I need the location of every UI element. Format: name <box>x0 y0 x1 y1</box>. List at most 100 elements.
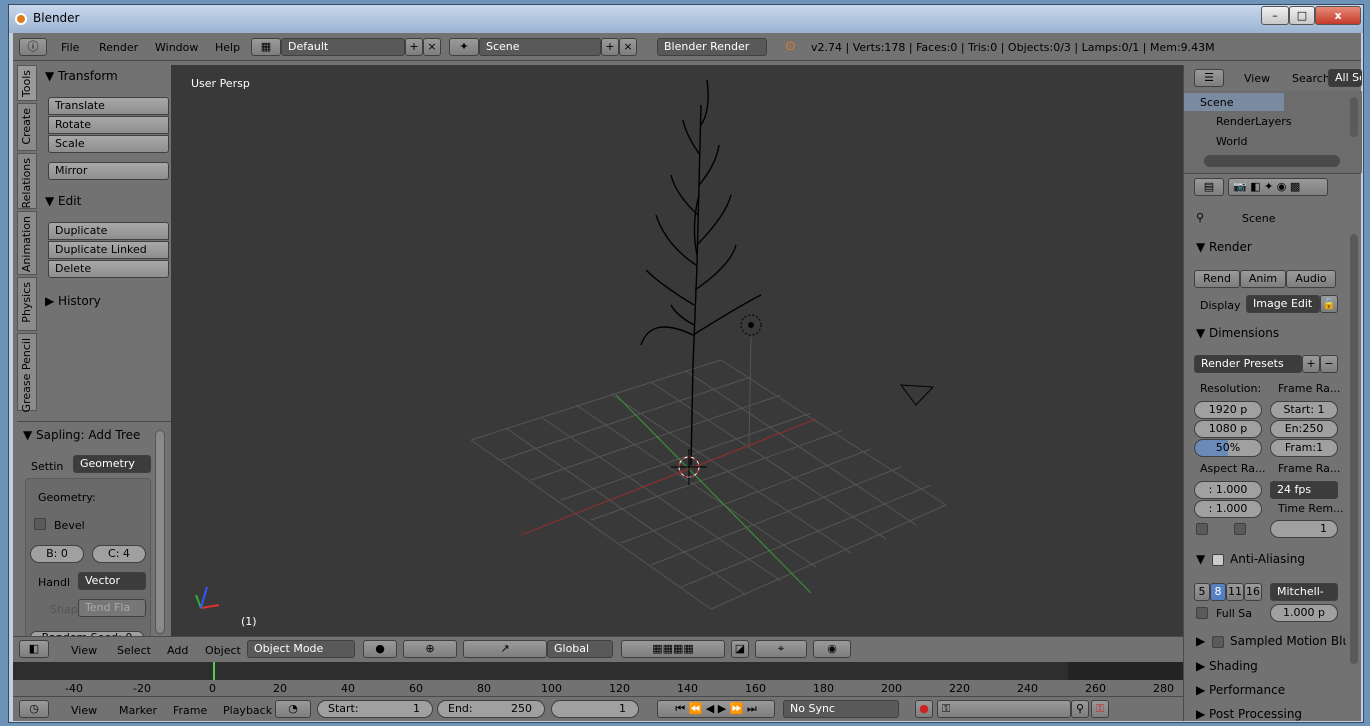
border-checkbox[interactable] <box>1196 523 1208 535</box>
duplicate-linked-button[interactable]: Duplicate Linked <box>48 241 169 259</box>
sync-select[interactable]: No Sync <box>783 700 899 718</box>
time-remap-field[interactable]: 1 <box>1270 520 1338 538</box>
lamp-object[interactable] <box>740 314 762 446</box>
timeline-area[interactable]: -40 -20 0 20 40 60 80 100 120 140 160 18… <box>13 662 1183 696</box>
history-panel-header[interactable]: ▶ History <box>45 294 101 308</box>
outliner-menu-view[interactable]: View <box>1244 72 1270 85</box>
pin-icon[interactable]: ⚲ <box>1196 211 1204 224</box>
performance-panel-header[interactable]: ▶ Performance <box>1196 683 1285 697</box>
frame-start-field[interactable]: Start: 1 <box>1270 401 1338 419</box>
aspect-x-field[interactable]: : 1.000 <box>1194 481 1262 499</box>
outliner-vscroll[interactable] <box>1350 97 1358 137</box>
sapling-panel-header[interactable]: ▼ Sapling: Add Tree <box>23 428 143 442</box>
record-icon[interactable]: ● <box>915 700 933 718</box>
menu-object[interactable]: Object <box>205 644 241 657</box>
orientation-select[interactable]: Global <box>547 640 613 658</box>
motion-blur-checkbox[interactable] <box>1212 636 1224 648</box>
sapling-scrollbar[interactable] <box>155 430 165 634</box>
viewport-shading-icon[interactable]: ● <box>363 640 397 658</box>
resolution-percent-slider[interactable]: 50% <box>1194 439 1262 457</box>
outliner-item-scene[interactable]: Scene <box>1184 93 1284 111</box>
pivot-manipulator-icon[interactable]: ⊕ <box>403 640 457 658</box>
tab-animation[interactable]: Animation <box>17 211 37 275</box>
render-still-button[interactable]: Rend <box>1194 270 1240 288</box>
tab-tools[interactable]: Tools <box>17 65 37 101</box>
menu-view-timeline[interactable]: View <box>71 704 97 717</box>
render-panel-header[interactable]: ▼ Render <box>1196 240 1252 254</box>
resolution-y-field[interactable]: 1080 p <box>1194 420 1262 438</box>
menu-playback[interactable]: Playback <box>223 704 272 717</box>
display-select[interactable]: Image Edit <box>1246 295 1320 313</box>
aa-collapse-icon[interactable]: ▼ <box>1196 552 1205 566</box>
menu-help[interactable]: Help <box>215 41 240 54</box>
3d-viewport[interactable]: User Persp (1) <box>171 65 1183 636</box>
rotate-button[interactable]: Rotate <box>48 116 169 134</box>
dimensions-panel-header[interactable]: ▼ Dimensions <box>1196 326 1279 340</box>
lock-layer-icon[interactable]: ◪ <box>731 640 749 658</box>
frame-end-field[interactable]: En:250 <box>1270 420 1338 438</box>
bevel-checkbox[interactable] <box>34 518 46 530</box>
aa-samples-16[interactable]: 16 <box>1244 583 1262 601</box>
aa-samples-5[interactable]: 5 <box>1194 583 1210 601</box>
editor-type-timeline-button[interactable]: ◷ <box>19 700 49 718</box>
screen-layout-icon[interactable]: ▦ <box>251 38 281 56</box>
resolution-x-field[interactable]: 1920 p <box>1194 401 1262 419</box>
b-field[interactable]: B: 0 <box>30 545 84 563</box>
add-scene-icon[interactable]: + <box>601 38 619 56</box>
outliner-filter-select[interactable]: All Sc <box>1328 69 1362 87</box>
maximize-button[interactable]: □ <box>1289 6 1315 25</box>
menu-frame[interactable]: Frame <box>173 704 207 717</box>
transform-manipulator-icon[interactable]: ↗ <box>463 640 547 658</box>
post-processing-panel-header[interactable]: ▶ Post Processing <box>1196 707 1302 721</box>
full-sample-checkbox[interactable] <box>1196 607 1208 619</box>
playback-controls[interactable]: ⏮ ⏪ ◀ ▶ ⏩ ⏭ <box>657 700 775 718</box>
lock-interface-icon[interactable]: 🔒 <box>1320 295 1338 313</box>
filter-size-field[interactable]: 1.000 p <box>1270 604 1338 622</box>
editor-type-properties-button[interactable]: ▤ <box>1194 178 1224 196</box>
camera-object[interactable] <box>899 384 935 406</box>
fps-select[interactable]: 24 fps <box>1270 481 1338 499</box>
outliner-menu-search[interactable]: Search <box>1292 72 1330 85</box>
screen-layout-field[interactable]: Default <box>281 38 405 56</box>
duplicate-button[interactable]: Duplicate <box>48 222 169 240</box>
scale-button[interactable]: Scale <box>48 135 169 153</box>
transform-panel-header[interactable]: ▼ Transform <box>45 69 118 83</box>
remove-scene-icon[interactable]: × <box>619 38 637 56</box>
close-button[interactable]: x <box>1315 6 1361 25</box>
snap-icon[interactable]: ⌖ <box>755 640 807 658</box>
edit-panel-header[interactable]: ▼ Edit <box>45 194 81 208</box>
anti-aliasing-panel-header[interactable]: Anti-Aliasing <box>1230 552 1305 566</box>
render-presets-select[interactable]: Render Presets <box>1194 355 1302 373</box>
tab-create[interactable]: Create <box>17 103 37 151</box>
motion-blur-collapse-icon[interactable]: ▶ <box>1196 634 1205 648</box>
render-audio-button[interactable]: Audio <box>1286 270 1336 288</box>
minimize-button[interactable]: – <box>1261 6 1289 25</box>
render-icon[interactable]: ◉ <box>813 640 851 658</box>
mode-select[interactable]: Object Mode <box>247 640 355 658</box>
insert-keyframe-icon[interactable]: ⚲ <box>1071 700 1089 718</box>
add-preset-icon[interactable]: + <box>1302 355 1320 373</box>
outliner-item-renderlayers[interactable]: RenderLayers <box>1216 115 1292 128</box>
render-engine-select[interactable]: Blender Render <box>657 38 767 56</box>
keying-set-field[interactable]: ⚿ <box>937 700 1071 718</box>
menu-view[interactable]: View <box>71 644 97 657</box>
menu-marker[interactable]: Marker <box>119 704 157 717</box>
tab-physics[interactable]: Physics <box>17 277 37 331</box>
aa-samples-8[interactable]: 8 <box>1210 583 1226 601</box>
add-screen-icon[interactable]: + <box>405 38 423 56</box>
tab-relations[interactable]: Relations <box>17 153 37 209</box>
preview-range-icon[interactable]: ◔ <box>275 700 311 718</box>
delete-keyframe-icon[interactable]: ⚿ <box>1091 700 1109 718</box>
properties-scrollbar[interactable] <box>1350 234 1358 664</box>
tab-grease-pencil[interactable]: Grease Pencil <box>17 333 37 412</box>
editor-type-3d-button[interactable]: ◧ <box>19 640 49 658</box>
editor-type-outliner-button[interactable]: ☰ <box>1194 69 1224 87</box>
settings-select[interactable]: Geometry <box>73 455 151 473</box>
menu-window[interactable]: Window <box>155 41 198 54</box>
start-frame-field[interactable]: Start: 1 <box>317 700 433 718</box>
c-field[interactable]: C: 4 <box>92 545 146 563</box>
menu-add[interactable]: Add <box>167 644 188 657</box>
properties-context-tabs[interactable]: 📷 ◧ ✦ ◉ ▩ <box>1228 178 1328 196</box>
mirror-button[interactable]: Mirror <box>48 162 169 180</box>
remove-screen-icon[interactable]: × <box>423 38 441 56</box>
